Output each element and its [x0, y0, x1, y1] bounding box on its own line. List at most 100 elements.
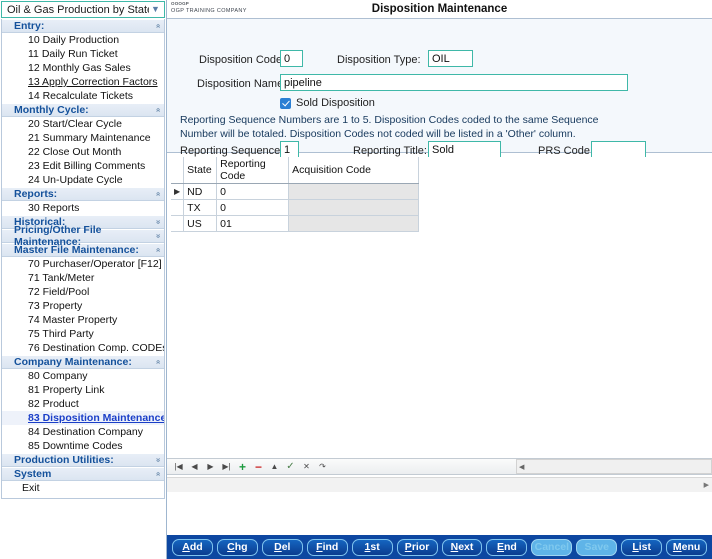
sidebar-item-30-reports[interactable]: 30 Reports: [2, 201, 164, 215]
delete-record-icon[interactable]: −: [251, 460, 266, 474]
next-button[interactable]: Next: [441, 538, 483, 556]
sidebar-section-header[interactable]: Pricing/Other File Maintenance:»: [2, 224, 164, 248]
add-button[interactable]: Add: [172, 538, 213, 556]
table-row[interactable]: ▶ ND 0: [171, 183, 420, 200]
add-record-icon[interactable]: +: [235, 460, 250, 474]
sidebar-item-82-product[interactable]: 82 Product: [2, 397, 164, 411]
sidebar-item-14-recalculate-tickets[interactable]: 14 Recalculate Tickets: [2, 89, 164, 103]
chevron-down-icon[interactable]: ▼: [149, 5, 162, 14]
sidebar-item-22-close-out-month[interactable]: 22 Close Out Month: [2, 145, 164, 159]
sidebar-item-10-daily-production[interactable]: 10 Daily Production: [2, 33, 164, 47]
sidebar-item-75-third-party[interactable]: 75 Third Party: [2, 327, 164, 341]
last-record-icon[interactable]: ▶|: [219, 460, 234, 474]
module-selector-dropdown[interactable]: Oil & Gas Production by State ▼: [1, 1, 165, 18]
sidebar-item-76-destination-comp-codes[interactable]: 76 Destination Comp. CODEs: [2, 341, 164, 355]
previous-record-icon[interactable]: ◀: [187, 460, 202, 474]
sidebar-item-exit[interactable]: Exit: [2, 481, 164, 495]
grid-col-state[interactable]: State: [183, 157, 218, 184]
sidebar-item-72-field-pool[interactable]: 72 Field/Pool: [2, 285, 164, 299]
disposition-code-input[interactable]: 0: [280, 50, 303, 67]
cell-reporting-code[interactable]: 0: [216, 183, 290, 200]
sidebar-section-title: System: [14, 468, 52, 480]
sidebar-section-header[interactable]: Company Maintenance: «: [2, 355, 164, 369]
sidebar-item-11-daily-run-ticket[interactable]: 11 Daily Run Ticket: [2, 47, 164, 61]
chevron-up-icon[interactable]: «: [154, 24, 163, 28]
checkbox-checked-icon[interactable]: [280, 97, 291, 109]
reporting-sequence-input[interactable]: 1: [280, 141, 299, 158]
chevron-up-icon[interactable]: «: [154, 192, 163, 196]
sidebar-section-title: Production Utilities:: [14, 454, 114, 466]
chevron-down-icon[interactable]: »: [154, 234, 163, 238]
sidebar-item-73-property[interactable]: 73 Property: [2, 299, 164, 313]
sidebar-item-20-start-clear-cycle[interactable]: 20 Start/Clear Cycle: [2, 117, 164, 131]
sidebar-item-12-monthly-gas-sales[interactable]: 12 Monthly Gas Sales: [2, 61, 164, 75]
sidebar-item-71-tank-meter[interactable]: 71 Tank/Meter: [2, 271, 164, 285]
list-button[interactable]: List: [621, 538, 663, 556]
cell-acquisition-code[interactable]: [288, 215, 420, 232]
edit-record-icon[interactable]: ▲: [267, 460, 282, 474]
refresh-icon[interactable]: ↷: [315, 460, 330, 474]
action-button-bar: Add Chg Del Find 1st Prior Next End Cancel Save Li…: [167, 535, 712, 559]
cell-state[interactable]: US: [183, 215, 218, 232]
reporting-title-input[interactable]: Sold: [428, 141, 501, 158]
menu-button[interactable]: Menu: [666, 538, 708, 556]
prior-button[interactable]: Prior: [396, 538, 438, 556]
sidebar-section-header[interactable]: Entry: «: [2, 19, 164, 33]
sidebar-item-23-edit-billing-comments[interactable]: 23 Edit Billing Comments: [2, 159, 164, 173]
find-button[interactable]: Find: [306, 538, 348, 556]
cancel-button: Cancel: [531, 538, 573, 556]
cell-reporting-code[interactable]: 0: [216, 199, 290, 216]
sidebar-item-24-un-update-cycle[interactable]: 24 Un-Update Cycle: [2, 173, 164, 187]
disposition-name-input[interactable]: pipeline: [280, 74, 628, 91]
chevron-down-icon[interactable]: »: [154, 458, 163, 462]
table-row[interactable]: TX 0: [171, 199, 420, 216]
cell-acquisition-code[interactable]: [288, 183, 420, 200]
disposition-type-input[interactable]: OIL: [428, 50, 473, 67]
cell-state[interactable]: TX: [183, 199, 218, 216]
table-row[interactable]: US 01: [171, 215, 420, 232]
chevron-down-icon[interactable]: »: [154, 220, 163, 224]
sidebar-item-84-destination-company[interactable]: 84 Destination Company: [2, 425, 164, 439]
sold-disposition-checkbox[interactable]: Sold Disposition: [280, 97, 375, 109]
row-indicator-icon: [171, 199, 185, 216]
sidebar-section-header[interactable]: Monthly Cycle: «: [2, 103, 164, 117]
cell-acquisition-code[interactable]: [288, 199, 420, 216]
chevron-up-icon[interactable]: «: [154, 472, 163, 476]
scroll-left-arrow[interactable]: ◀: [519, 463, 524, 471]
grid-horizontal-scrollbar[interactable]: ◀: [516, 459, 712, 474]
scroll-right-arrow[interactable]: ▶: [704, 481, 709, 489]
sidebar-item-80-company[interactable]: 80 Company: [2, 369, 164, 383]
sidebar-item-13-apply-correction-factors[interactable]: 13 Apply Correction Factors: [2, 75, 164, 89]
page-horizontal-scrollbar[interactable]: ▶: [167, 477, 712, 492]
sidebar-item-85-downtime-codes[interactable]: 85 Downtime Codes: [2, 439, 164, 453]
screen-header: OOOGP OGP TRAINING COMPANY Disposition M…: [167, 0, 712, 19]
chevron-up-icon[interactable]: «: [154, 360, 163, 364]
sidebar-item-74-master-property[interactable]: 74 Master Property: [2, 313, 164, 327]
row-indicator-icon: ▶: [171, 183, 185, 200]
end-button[interactable]: End: [486, 538, 528, 556]
grid-col-reporting-code[interactable]: Reporting Code: [216, 157, 290, 184]
post-edit-icon[interactable]: ✓: [283, 460, 298, 474]
sidebar-item-81-property-link[interactable]: 81 Property Link: [2, 383, 164, 397]
sidebar-section-header[interactable]: Reports: «: [2, 187, 164, 201]
sidebar-item-70-purchaser-operator-f12[interactable]: 70 Purchaser/Operator [F12]: [2, 257, 164, 271]
cell-state[interactable]: ND: [183, 183, 218, 200]
cell-reporting-code[interactable]: 01: [216, 215, 290, 232]
sidebar-item-21-summary-maintenance[interactable]: 21 Summary Maintenance: [2, 131, 164, 145]
grid-col-acquisition-code[interactable]: Acquisition Code: [288, 157, 420, 184]
sidebar-item-83-disposition-maintenance[interactable]: 83 Disposition Maintenance: [2, 411, 164, 425]
del-button[interactable]: Del: [261, 538, 303, 556]
next-record-icon[interactable]: ▶: [203, 460, 218, 474]
chg-button[interactable]: Chg: [216, 538, 258, 556]
prs-code-input[interactable]: [591, 141, 646, 158]
sidebar-section-header[interactable]: System «: [2, 467, 164, 481]
first-button[interactable]: 1st: [351, 538, 393, 556]
sidebar-section-header[interactable]: Production Utilities: »: [2, 453, 164, 467]
state-codes-grid-area: State Reporting Code Acquisition Code ▶ N…: [167, 157, 712, 497]
cancel-edit-icon[interactable]: ✕: [299, 460, 314, 474]
chevron-up-icon[interactable]: «: [154, 248, 163, 252]
chevron-up-icon[interactable]: «: [154, 108, 163, 112]
state-codes-grid[interactable]: State Reporting Code Acquisition Code ▶ N…: [171, 157, 420, 232]
first-record-icon[interactable]: |◀: [171, 460, 186, 474]
menu-section-list: Entry: « 10 Daily Production 11 Daily Run T…: [1, 19, 165, 499]
